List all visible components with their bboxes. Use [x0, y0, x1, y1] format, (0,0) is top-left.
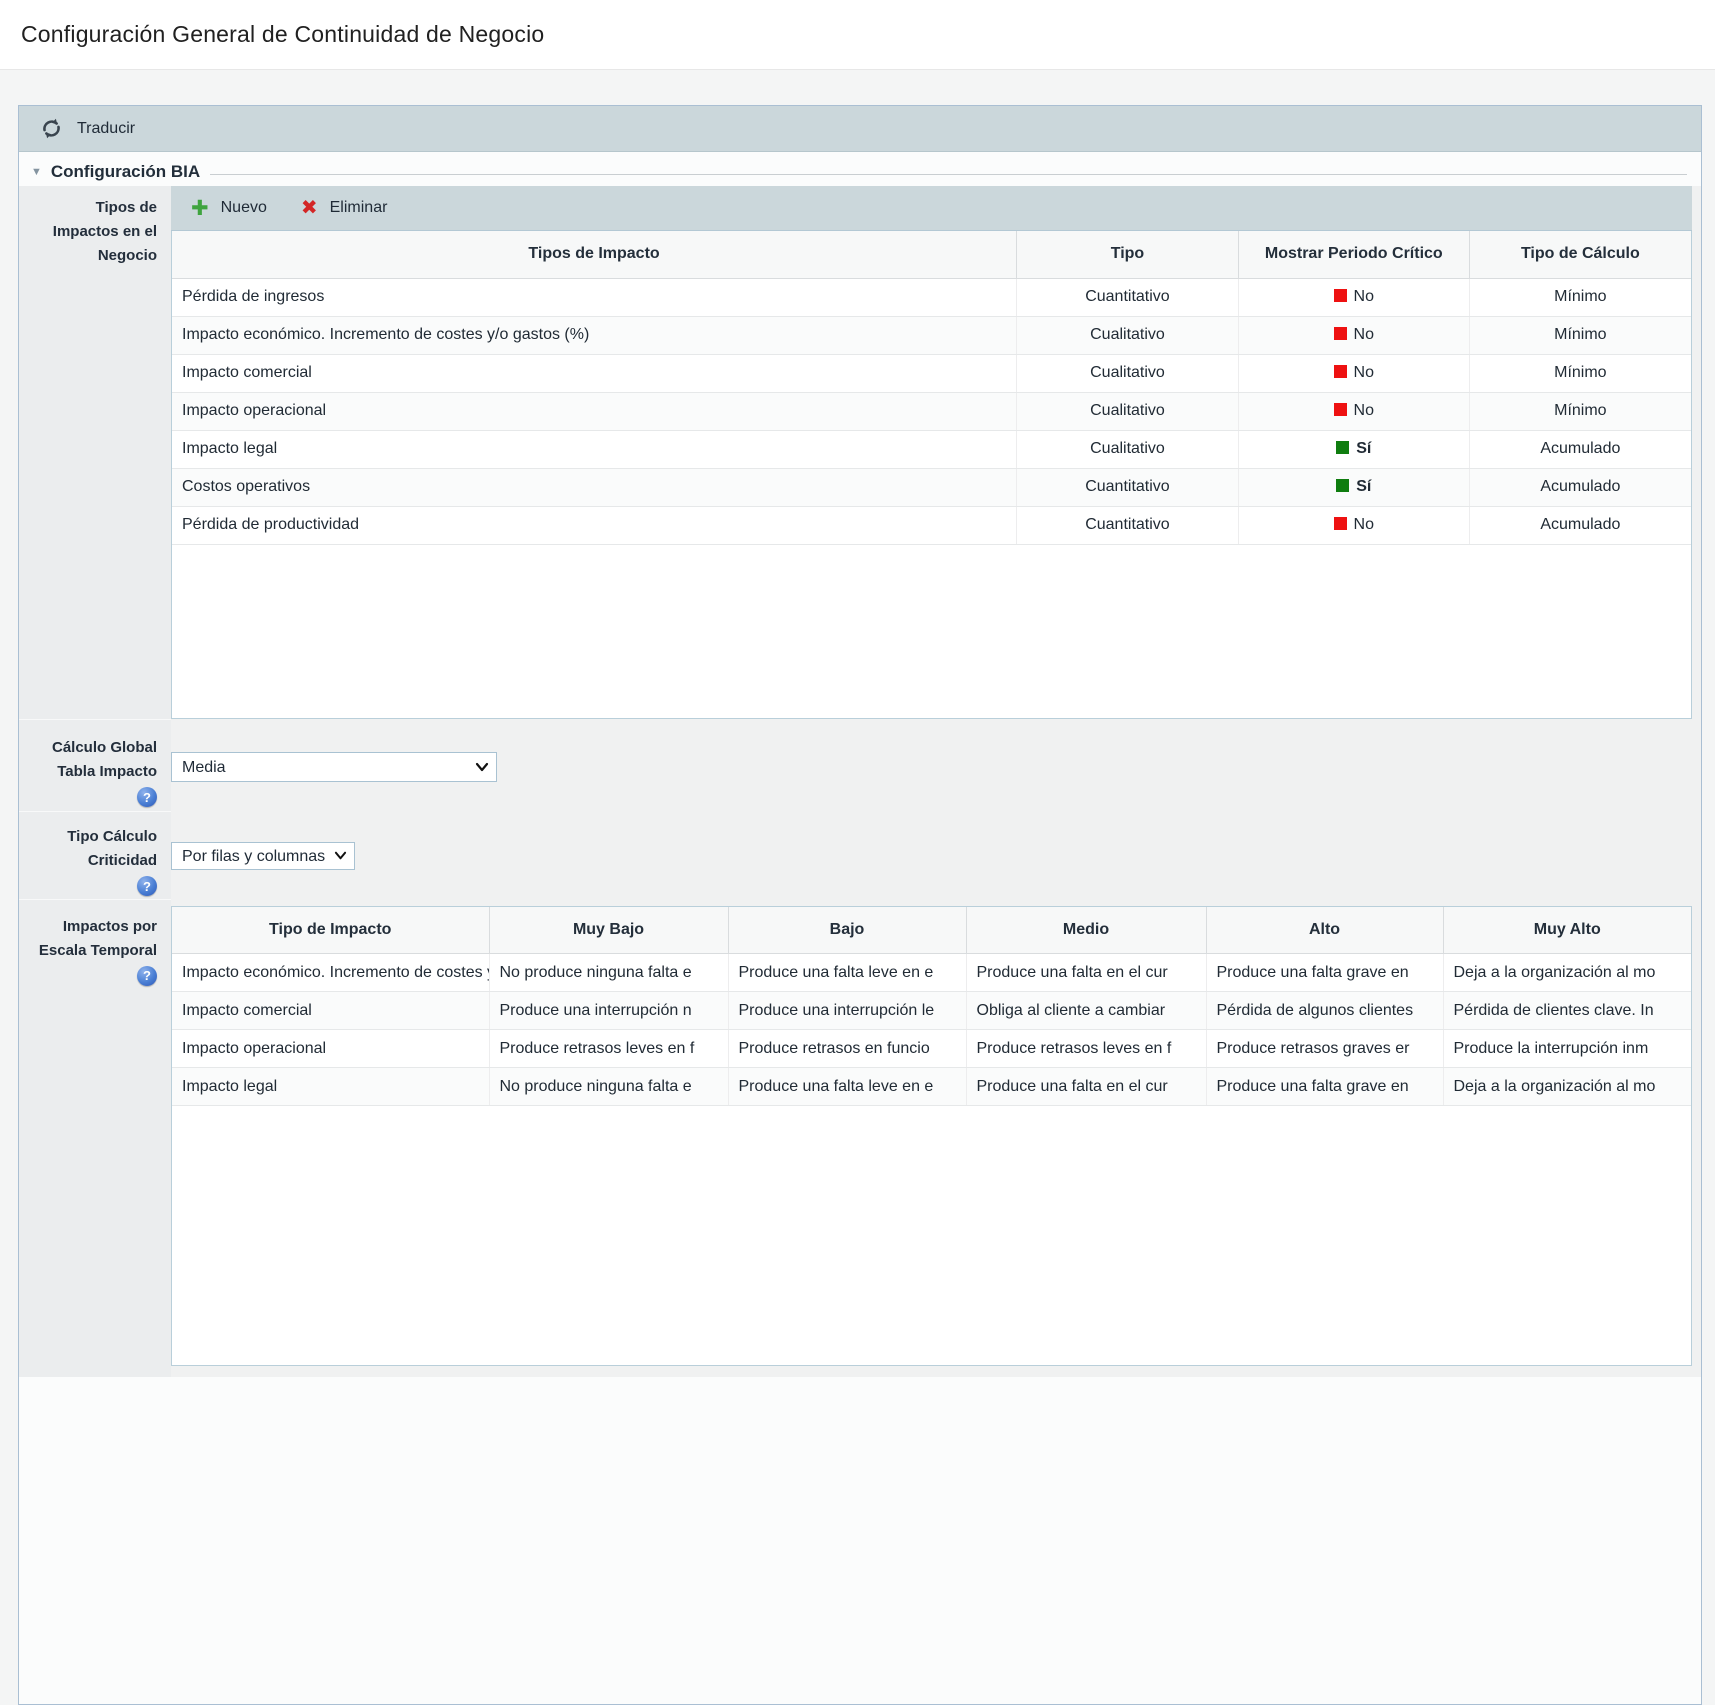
impact-type-row[interactable]: Impacto legalCualitativoSíAcumulado: [172, 430, 1691, 468]
help-icon[interactable]: ?: [137, 787, 157, 807]
no-indicator-icon: [1334, 403, 1347, 416]
global-calc-field: Media: [171, 719, 1701, 811]
delete-button[interactable]: ✖ Eliminar: [301, 198, 388, 218]
x-icon: ✖: [301, 198, 318, 218]
help-icon[interactable]: ?: [137, 876, 157, 896]
temporal-row[interactable]: Impacto económico. Incremento de costes …: [172, 954, 1691, 992]
impact-types-label: Tipos de Impactos en el Negocio: [19, 186, 171, 719]
column-header[interactable]: Bajo: [728, 907, 966, 954]
criticality-calc-select[interactable]: Por filas y columnas: [171, 842, 355, 870]
impact-type-row[interactable]: Impacto operacionalCualitativoNoMínimo: [172, 392, 1691, 430]
delete-button-label: Eliminar: [330, 199, 388, 217]
field-row-impact-types: Tipos de Impactos en el Negocio ✚ Nuevo …: [19, 186, 1701, 719]
temporal-impacts-label: Impactos por Escala Temporal ?: [19, 899, 171, 1377]
no-indicator-icon: [1334, 517, 1347, 530]
no-indicator-icon: [1334, 365, 1347, 378]
translate-label: Traducir: [77, 120, 135, 138]
yes-indicator-icon: [1336, 479, 1349, 492]
no-indicator-icon: [1334, 327, 1347, 340]
temporal-impacts-field: Tipo de Impacto Muy Bajo Bajo Medio Alto…: [171, 899, 1701, 1377]
criticality-calc-field: Por filas y columnas: [171, 811, 1701, 899]
temporal-row[interactable]: Impacto operacionalProduce retrasos leve…: [172, 1030, 1691, 1068]
column-header[interactable]: Tipos de Impacto: [172, 231, 1017, 278]
temporal-header-row: Tipo de Impacto Muy Bajo Bajo Medio Alto…: [172, 907, 1691, 954]
impact-types-field: ✚ Nuevo ✖ Eliminar Tipos de Impacto: [171, 186, 1701, 719]
temporal-tbody: Impacto económico. Incremento de costes …: [172, 954, 1691, 1106]
collapse-arrow-icon[interactable]: ▼: [31, 166, 42, 178]
impact-type-row[interactable]: Pérdida de ingresosCuantitativoNoMínimo: [172, 278, 1691, 316]
plus-icon: ✚: [191, 198, 209, 219]
section-title: Configuración BIA: [51, 162, 200, 182]
sync-icon: [39, 116, 64, 141]
impact-type-row[interactable]: Pérdida de productividadCuantitativoNoAc…: [172, 506, 1691, 544]
section-header-configuracion-bia[interactable]: ▼ Configuración BIA: [19, 152, 1701, 186]
page-title: Configuración General de Continuidad de …: [21, 21, 544, 48]
column-header[interactable]: Tipo de Cálculo: [1469, 231, 1691, 278]
field-row-global-calc: Cálculo Global Tabla Impacto ? Media: [19, 719, 1701, 811]
impact-type-row[interactable]: Impacto comercialCualitativoNoMínimo: [172, 354, 1691, 392]
field-row-temporal-impacts: Impactos por Escala Temporal ? Tipo de I…: [19, 899, 1701, 1377]
column-header[interactable]: Muy Alto: [1443, 907, 1691, 954]
criticality-calc-label: Tipo Cálculo Criticidad ?: [19, 811, 171, 899]
impact-type-row[interactable]: Impacto económico. Incremento de costes …: [172, 316, 1691, 354]
column-header[interactable]: Tipo de Impacto: [172, 907, 489, 954]
column-header[interactable]: Mostrar Periodo Crítico: [1238, 231, 1469, 278]
impact-types-table: Tipos de Impacto Tipo Mostrar Periodo Cr…: [171, 231, 1692, 719]
no-indicator-icon: [1334, 289, 1347, 302]
column-header[interactable]: Muy Bajo: [489, 907, 728, 954]
translate-toolbar: Traducir: [19, 106, 1701, 152]
field-row-criticality-calc: Tipo Cálculo Criticidad ? Por filas y co…: [19, 811, 1701, 899]
global-calc-label: Cálculo Global Tabla Impacto ?: [19, 719, 171, 811]
yes-indicator-icon: [1336, 441, 1349, 454]
impact-type-row[interactable]: Costos operativosCuantitativoSíAcumulado: [172, 468, 1691, 506]
section-rule: [210, 174, 1687, 175]
impact-types-grid-toolbar: ✚ Nuevo ✖ Eliminar: [171, 186, 1692, 231]
page-header: Configuración General de Continuidad de …: [0, 0, 1715, 70]
column-header[interactable]: Alto: [1206, 907, 1443, 954]
new-button[interactable]: ✚ Nuevo: [191, 198, 267, 219]
temporal-row[interactable]: Impacto legalNo produce ninguna falta eP…: [172, 1068, 1691, 1106]
main-panel: Traducir ▼ Configuración BIA Tipos de Im…: [18, 105, 1702, 1705]
impact-types-tbody: Pérdida de ingresosCuantitativoNoMínimoI…: [172, 278, 1691, 544]
global-calc-select[interactable]: Media: [171, 752, 497, 782]
bia-form: Tipos de Impactos en el Negocio ✚ Nuevo …: [19, 186, 1701, 1377]
help-icon[interactable]: ?: [137, 966, 157, 986]
new-button-label: Nuevo: [221, 199, 267, 217]
column-header[interactable]: Medio: [966, 907, 1206, 954]
impact-types-header-row: Tipos de Impacto Tipo Mostrar Periodo Cr…: [172, 231, 1691, 278]
temporal-impacts-table: Tipo de Impacto Muy Bajo Bajo Medio Alto…: [171, 906, 1692, 1366]
translate-button[interactable]: Traducir: [39, 116, 135, 141]
temporal-row[interactable]: Impacto comercialProduce una interrupció…: [172, 992, 1691, 1030]
column-header[interactable]: Tipo: [1017, 231, 1239, 278]
